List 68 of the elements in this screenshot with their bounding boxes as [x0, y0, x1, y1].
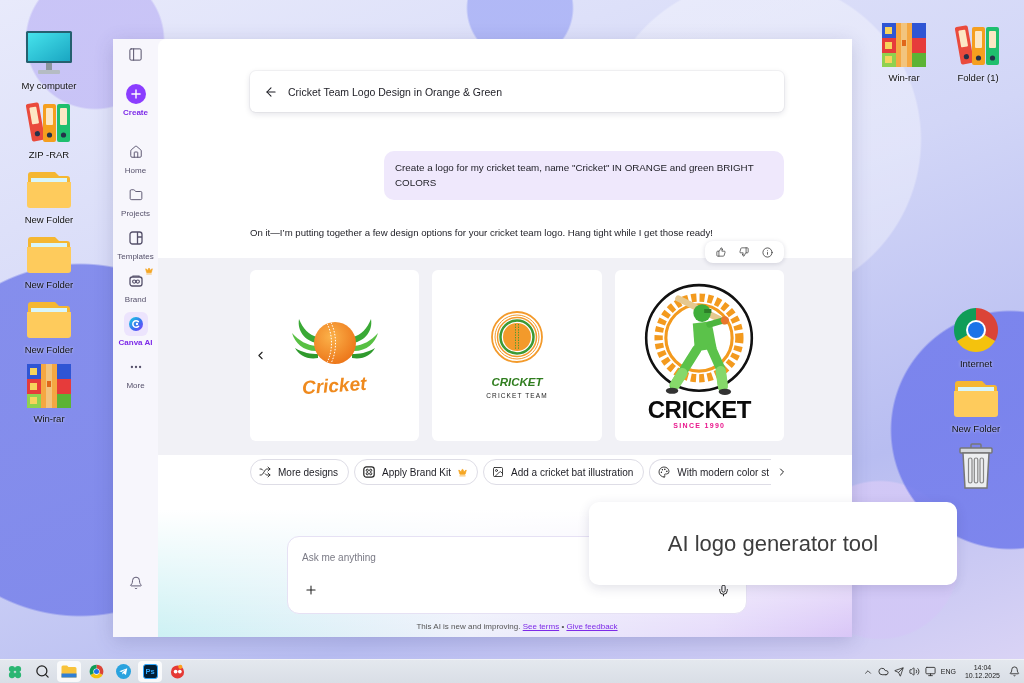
- browser-logo-icon: [952, 306, 1000, 354]
- suggestion-chip[interactable]: Add a cricket bat illustration: [482, 459, 645, 485]
- clover-icon: [8, 664, 22, 679]
- logo-wordmark: CRICKET: [491, 375, 543, 389]
- bell-icon[interactable]: [128, 576, 143, 590]
- desktop-shortcut[interactable]: My computer: [21, 30, 77, 92]
- canva-ai-nav-item[interactable]: Canva AI: [113, 309, 159, 348]
- palette-icon: [658, 466, 671, 478]
- suggestion-chip[interactable]: Apply Brand Kit: [354, 459, 478, 485]
- shuffle-icon: [259, 466, 271, 478]
- paper-plane-icon[interactable]: [893, 666, 904, 677]
- suggestion-chip[interactable]: More designs: [250, 459, 350, 485]
- desktop-shortcut[interactable]: New Folder: [24, 298, 74, 356]
- layout-icon: [128, 231, 143, 245]
- chat-title: Cricket Team Logo Design in Orange & Green: [288, 85, 502, 98]
- assistant-reply-text: On it—I’m putting together a few design options for your cricket team logo. Hang tight while I get those ready!: [250, 227, 713, 239]
- image-icon: [491, 466, 504, 478]
- monitor-icon[interactable]: [924, 666, 936, 677]
- trash-icon[interactable]: [956, 442, 996, 490]
- thumbs-down-icon[interactable]: [739, 247, 749, 257]
- monitor-icon: [25, 30, 73, 76]
- see-terms-link[interactable]: See terms: [522, 622, 560, 631]
- paper-plane-icon: [115, 664, 131, 679]
- disclaimer-text: This AI is new and improving. See terms • Give feedback: [416, 622, 618, 632]
- desktop-shortcut[interactable]: New Folder: [951, 377, 1001, 435]
- more-nav-item[interactable]: More: [117, 352, 154, 391]
- desktop-shortcut[interactable]: Win-rar: [881, 22, 927, 84]
- volume-icon[interactable]: [908, 666, 920, 677]
- plus-icon[interactable]: [304, 583, 318, 597]
- info-icon[interactable]: [762, 246, 774, 258]
- desktop-shortcut[interactable]: New Folder: [24, 233, 74, 291]
- desktop-shortcut[interactable]: Internet: [952, 306, 1000, 370]
- microphone-icon[interactable]: [717, 583, 730, 597]
- block-grid-icon: [881, 22, 927, 68]
- cloud-icon[interactable]: [877, 666, 889, 677]
- user-message-bubble: Create a logo for my cricket team, name "Cricket" IN ORANGE and green BRIGHT COLORS: [384, 151, 784, 200]
- create-button[interactable]: Create: [117, 81, 154, 118]
- explorer-taskbar-button[interactable]: [57, 661, 81, 682]
- thumbs-up-icon[interactable]: [715, 247, 726, 257]
- plus-icon: [125, 84, 146, 104]
- give-feedback-link[interactable]: Give feedback: [566, 622, 618, 631]
- logo-wordmark: Cricket: [301, 372, 368, 399]
- search-icon: [34, 664, 50, 679]
- desktop-shortcut[interactable]: ZIP -RAR: [26, 99, 72, 161]
- templates-nav-item[interactable]: Templates: [113, 223, 160, 262]
- block-grid-icon: [26, 363, 72, 409]
- binders-icon: [26, 99, 72, 145]
- message-input[interactable]: Ask me anything: [302, 550, 502, 564]
- browser-logo-icon: [88, 664, 104, 679]
- binders-icon: [955, 22, 1001, 68]
- round-app-icon: [169, 664, 185, 679]
- brand-nav-item[interactable]: Brand: [117, 266, 154, 305]
- sidebar-toggle-icon[interactable]: [128, 47, 143, 62]
- projects-nav-item[interactable]: Projects: [115, 180, 156, 219]
- caption-card: AI logo generator tool: [589, 502, 957, 585]
- ring-ball-drawing: [491, 311, 543, 363]
- home-icon: [128, 145, 143, 159]
- brand-kit-icon: [128, 274, 143, 288]
- folder-icon: [128, 188, 143, 202]
- brand-kit-icon: [363, 466, 376, 478]
- notification-bell-icon[interactable]: [1009, 666, 1020, 677]
- desktop-shortcut[interactable]: Folder (1): [955, 22, 1001, 84]
- suggestion-chip[interactable]: With modern color st: [649, 459, 771, 485]
- folder-icon: [61, 665, 77, 678]
- logo-wordmark: CRICKET: [647, 398, 751, 421]
- home-nav-item[interactable]: Home: [117, 137, 154, 176]
- desktop-shortcut[interactable]: New Folder: [24, 168, 74, 226]
- desktop-shortcut[interactable]: Win-rar: [26, 363, 72, 425]
